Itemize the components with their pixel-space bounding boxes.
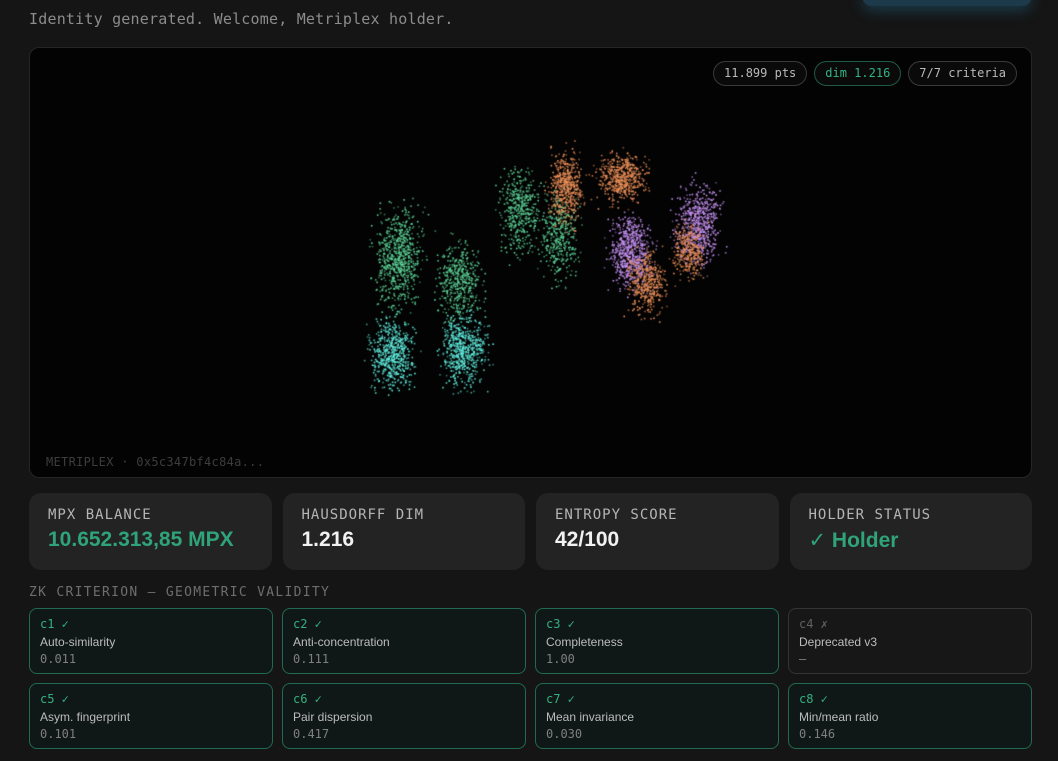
criterion-name: Deprecated v3: [799, 635, 878, 649]
stat-label: ENTROPY SCORE: [555, 507, 678, 523]
criterion-value: 0.111: [293, 652, 330, 666]
stat-card-balance: MPX BALANCE 10.652.313,85 MPX: [29, 493, 272, 570]
criterion-card-c1: c1 ✓ Auto-similarity 0.011: [29, 608, 273, 674]
criterion-name: Anti-concentration: [293, 635, 390, 649]
stat-card-holder: HOLDER STATUS ✓ Holder: [789, 493, 1032, 570]
criterion-name: Asym. fingerprint: [40, 710, 131, 724]
balance-value: 10.652.313,85 MPX: [48, 528, 234, 551]
criterion-card-c5: c5 ✓ Asym. fingerprint 0.101: [29, 683, 273, 749]
stat-card-hausdorff: HAUSDORFF DIM 1.216: [282, 493, 525, 570]
criterion-card-c3: c3 ✓ Completeness 1.00: [535, 608, 779, 674]
points-count-chip: 11.899 pts: [713, 61, 808, 86]
dimension-chip: dim 1.216: [814, 61, 902, 86]
stat-label: HOLDER STATUS: [808, 507, 932, 523]
section-title: ZK CRITERION — GEOMETRIC VALIDITY: [29, 585, 331, 600]
entropy-value: 42/100: [555, 528, 620, 551]
stat-card-entropy: ENTROPY SCORE 42/100: [536, 493, 779, 570]
holder-status-value: ✓ Holder: [808, 529, 899, 552]
criterion-id: c5 ✓: [40, 692, 69, 706]
criterion-id: c6 ✓: [293, 692, 322, 706]
stats-row: MPX BALANCE 10.652.313,85 MPX HAUSDORFF …: [29, 493, 1032, 570]
criterion-id: c7 ✓: [546, 692, 575, 706]
criterion-card-c8: c8 ✓ Min/mean ratio 0.146: [788, 683, 1032, 749]
criterion-id: c8 ✓: [799, 692, 828, 706]
criterion-value: 0.417: [293, 727, 330, 741]
stat-label: MPX BALANCE: [48, 507, 152, 523]
criterion-name: Completeness: [546, 635, 623, 649]
criterion-name: Min/mean ratio: [799, 710, 879, 724]
criterion-name: Auto-similarity: [40, 635, 116, 649]
criterion-value: 0.146: [799, 727, 836, 741]
criterion-card-c2: c2 ✓ Anti-concentration 0.111: [282, 608, 526, 674]
criterion-value: 0.011: [40, 652, 77, 666]
welcome-message: Identity generated. Welcome, Metriplex h…: [29, 10, 454, 28]
criterion-card-c7: c7 ✓ Mean invariance 0.030: [535, 683, 779, 749]
criterion-card-c6: c6 ✓ Pair dispersion 0.417: [282, 683, 526, 749]
criterion-id: c4 ✗: [799, 617, 828, 631]
fractal-visualization: 11.899 pts dim 1.216 7/7 criteria METRIP…: [29, 47, 1032, 478]
stat-label: HAUSDORFF DIM: [301, 507, 425, 523]
point-cloud-canvas: [30, 48, 1031, 477]
criteria-grid: c1 ✓ Auto-similarity 0.011 c2 ✓ Anti-con…: [29, 608, 1032, 749]
criterion-value: 0.101: [40, 727, 77, 741]
criterion-id: c1 ✓: [40, 617, 69, 631]
criterion-value: —: [799, 652, 807, 666]
hausdorff-value: 1.216: [301, 528, 355, 551]
criterion-card-c4: c4 ✗ Deprecated v3 —: [788, 608, 1032, 674]
criterion-value: 1.00: [546, 652, 575, 666]
criterion-id: c2 ✓: [293, 617, 322, 631]
top-glow-bar: [862, 0, 1032, 6]
criteria-chip: 7/7 criteria: [908, 61, 1017, 86]
identity-caption: METRIPLEX · 0x5c347bf4c84a...: [46, 455, 265, 469]
criterion-name: Mean invariance: [546, 710, 635, 724]
criterion-id: c3 ✓: [546, 617, 575, 631]
criterion-value: 0.030: [546, 727, 583, 741]
criterion-name: Pair dispersion: [293, 710, 373, 724]
